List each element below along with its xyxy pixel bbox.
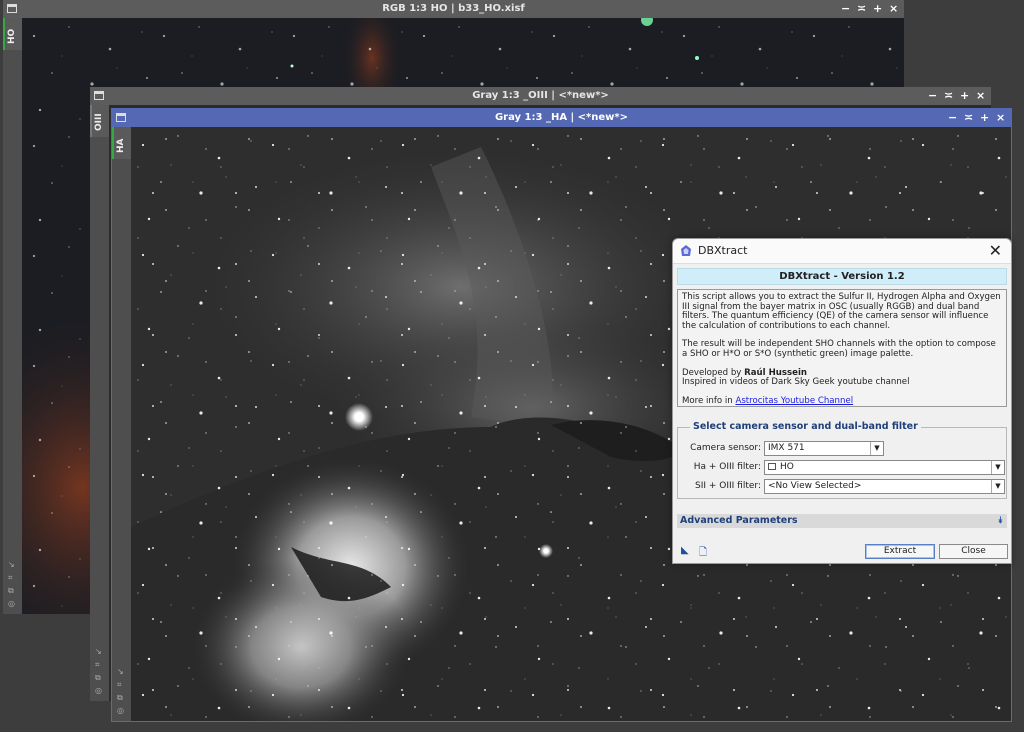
developer-name: Raúl Hussein <box>744 367 808 378</box>
view-tab-label: HA <box>116 138 126 154</box>
new-instance-icon[interactable]: ◣ <box>681 545 689 556</box>
shade-icon[interactable]: ≍ <box>857 0 866 18</box>
close-icon[interactable]: × <box>976 87 985 105</box>
window-titlebar[interactable]: Gray 1:3 _OIII | <*new*> − ≍ + × <box>90 87 991 105</box>
chevron-down-icon: ▼ <box>991 461 1004 474</box>
clone-icon[interactable]: ⧉ <box>95 674 102 682</box>
youtube-link[interactable]: Astrocitas Youtube Channel <box>735 396 853 406</box>
documentation-icon[interactable]: 🗋 <box>699 545 707 562</box>
ha-label: Ha + OIII filter: <box>693 462 761 472</box>
double-chevron-down-icon: ⯯ <box>997 516 1003 526</box>
ha-value: HO <box>780 462 794 472</box>
camera-row: Camera sensor: IMX 571 ▼ <box>678 441 1008 457</box>
more-prefix: More info in <box>682 395 736 406</box>
view-tab-ho[interactable]: HO <box>3 18 22 50</box>
fit-icon[interactable]: ⌗ <box>117 681 124 689</box>
sii-label: SII + OIII filter: <box>694 481 761 491</box>
pin-icon[interactable]: ↘ <box>8 561 15 569</box>
sii-value: <No View Selected> <box>768 481 862 491</box>
shade-icon[interactable]: ≍ <box>944 87 953 105</box>
pin-icon[interactable]: ↘ <box>117 668 124 676</box>
version-banner: DBXtract - Version 1.2 <box>677 268 1007 285</box>
maximize-icon[interactable]: + <box>873 0 882 18</box>
group-title: Select camera sensor and dual-band filte… <box>690 421 921 432</box>
view-sidebar: HO ↘ ⌗ ⧉ ◎ <box>3 18 22 614</box>
minimize-icon[interactable]: − <box>841 0 850 18</box>
view-sidebar: OIII ↘ ⌗ ⧉ ◎ <box>90 105 109 701</box>
info-credits: Developed by Raúl Hussein Inspired in vi… <box>682 367 1002 388</box>
info-result: The result will be independent SHO chann… <box>682 339 996 359</box>
ha-oiii-view-select[interactable]: HO ▼ <box>764 460 1005 475</box>
sensor-filter-group: Select camera sensor and dual-band filte… <box>677 421 1008 499</box>
app-icon <box>681 245 691 256</box>
window-title: Gray 1:3 _OIII | <*new*> <box>472 90 609 101</box>
settings-icon[interactable]: ◎ <box>117 707 124 715</box>
view-tab-oiii[interactable]: OIII <box>90 105 109 137</box>
clone-icon[interactable]: ⧉ <box>117 694 124 702</box>
dbxtract-dialog: DBXtract ✕ DBXtract - Version 1.2 This s… <box>672 238 1012 564</box>
camera-value: IMX 571 <box>768 443 805 453</box>
credits-prefix: Developed by <box>682 367 745 378</box>
chevron-down-icon: ▼ <box>870 442 883 455</box>
close-button[interactable]: Close <box>939 544 1008 559</box>
window-title: RGB 1:3 HO | b33_HO.xisf <box>382 3 525 14</box>
camera-label: Camera sensor: <box>690 443 761 453</box>
window-titlebar[interactable]: RGB 1:3 HO | b33_HO.xisf − ≍ + × <box>3 0 904 18</box>
view-tab-label: OIII <box>94 113 104 131</box>
view-tab-ha[interactable]: HA <box>112 127 131 159</box>
window-menu-icon[interactable] <box>7 4 17 13</box>
chevron-down-icon: ▼ <box>991 480 1004 493</box>
window-title: Gray 1:3 _HA | <*new*> <box>494 112 629 123</box>
shade-icon[interactable]: ≍ <box>964 109 973 127</box>
info-more: More info in Astrocitas Youtube Channel <box>682 395 1002 407</box>
dialog-close-icon[interactable]: ✕ <box>989 239 1002 263</box>
settings-icon[interactable]: ◎ <box>95 687 102 695</box>
view-sidebar: HA ↘ ⌗ ⧉ ◎ <box>112 127 131 721</box>
fit-icon[interactable]: ⌗ <box>95 661 102 669</box>
view-tab-label: HO <box>7 28 17 44</box>
settings-icon[interactable]: ◎ <box>8 600 15 608</box>
minimize-icon[interactable]: − <box>928 87 937 105</box>
close-icon[interactable]: × <box>996 109 1005 127</box>
window-titlebar[interactable]: Gray 1:3 _HA | <*new*> − ≍ + × <box>112 109 1011 127</box>
window-menu-icon[interactable] <box>116 113 126 122</box>
window-menu-icon[interactable] <box>94 91 104 100</box>
dialog-title: DBXtract <box>698 244 748 257</box>
clone-icon[interactable]: ⧉ <box>8 587 15 595</box>
minimize-icon[interactable]: − <box>948 109 957 127</box>
dialog-titlebar[interactable]: DBXtract ✕ <box>673 239 1011 264</box>
fit-icon[interactable]: ⌗ <box>8 574 15 582</box>
credits-inspired: Inspired in videos of Dark Sky Geek yout… <box>682 377 910 388</box>
ha-row: Ha + OIII filter: HO ▼ <box>678 460 1008 476</box>
pin-icon[interactable]: ↘ <box>95 648 102 656</box>
maximize-icon[interactable]: + <box>980 109 989 127</box>
camera-sensor-select[interactable]: IMX 571 ▼ <box>764 441 884 456</box>
advanced-parameters-toggle[interactable]: Advanced Parameters ⯯ <box>677 514 1007 528</box>
info-description: This script allows you to extract the Su… <box>682 292 1001 331</box>
advanced-label: Advanced Parameters <box>680 515 798 526</box>
view-icon <box>768 463 776 470</box>
maximize-icon[interactable]: + <box>960 87 969 105</box>
sii-row: SII + OIII filter: <No View Selected> ▼ <box>678 479 1008 495</box>
extract-button[interactable]: Extract <box>865 544 935 559</box>
close-icon[interactable]: × <box>889 0 898 18</box>
info-panel: This script allows you to extract the Su… <box>677 289 1007 407</box>
sii-oiii-view-select[interactable]: <No View Selected> ▼ <box>764 479 1005 494</box>
